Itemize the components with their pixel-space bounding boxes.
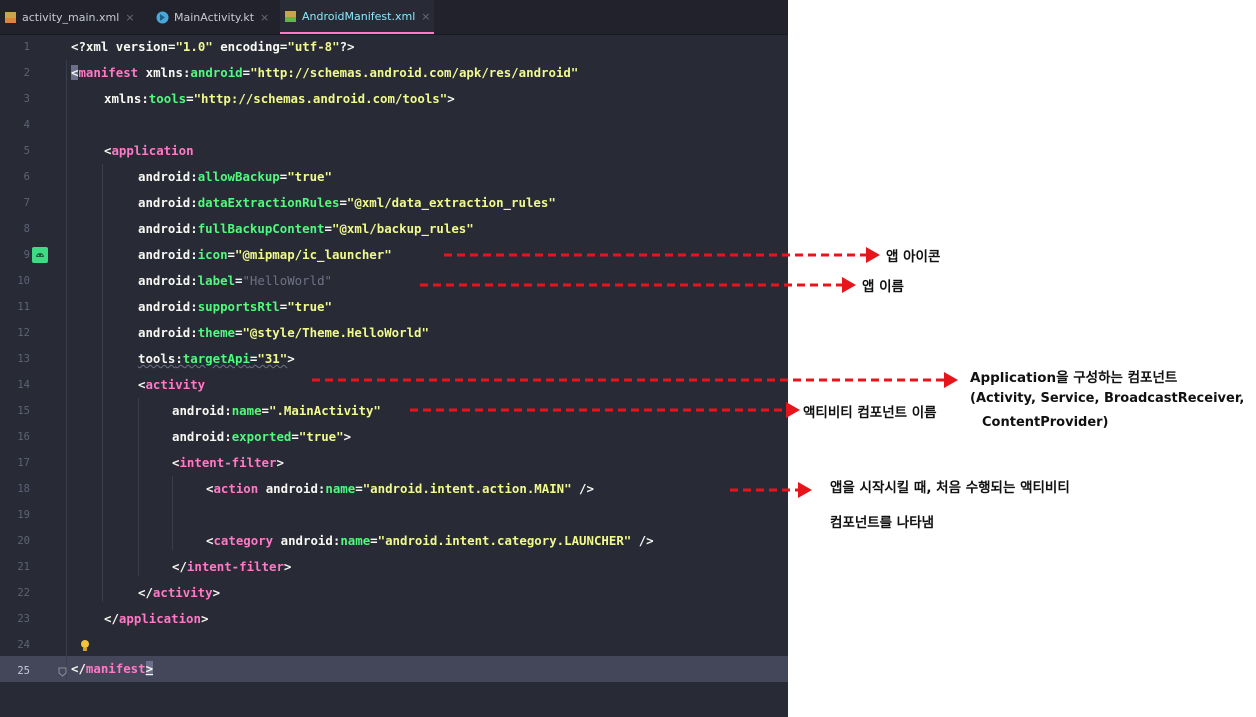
arrowhead-launcher — [798, 482, 812, 498]
annotation-components-list: (Activity, Service, BroadcastReceiver, — [970, 391, 1245, 406]
annotation-components-list-2: ContentProvider) — [982, 415, 1109, 430]
arrowhead-app-name — [842, 277, 856, 293]
annotation-activity-name: 액티비티 컴포넌트 이름 — [803, 405, 937, 421]
arrowhead-activity-name — [786, 402, 800, 418]
annotation-launcher-line-2: 컴포넌트를 나타냄 — [830, 515, 935, 531]
annotation-app-name: 앱 이름 — [862, 279, 904, 295]
annotation-components-title: Application을 구성하는 컴포넌트 — [970, 370, 1178, 386]
arrowhead-components — [944, 372, 958, 388]
annotation-app-icon: 앱 아이콘 — [886, 249, 941, 265]
annotation-arrows — [312, 247, 958, 498]
annotation-launcher-line-1: 앱을 시작시킬 때, 처음 수행되는 액티비티 — [830, 480, 1070, 496]
arrowhead-app-icon — [866, 247, 880, 263]
